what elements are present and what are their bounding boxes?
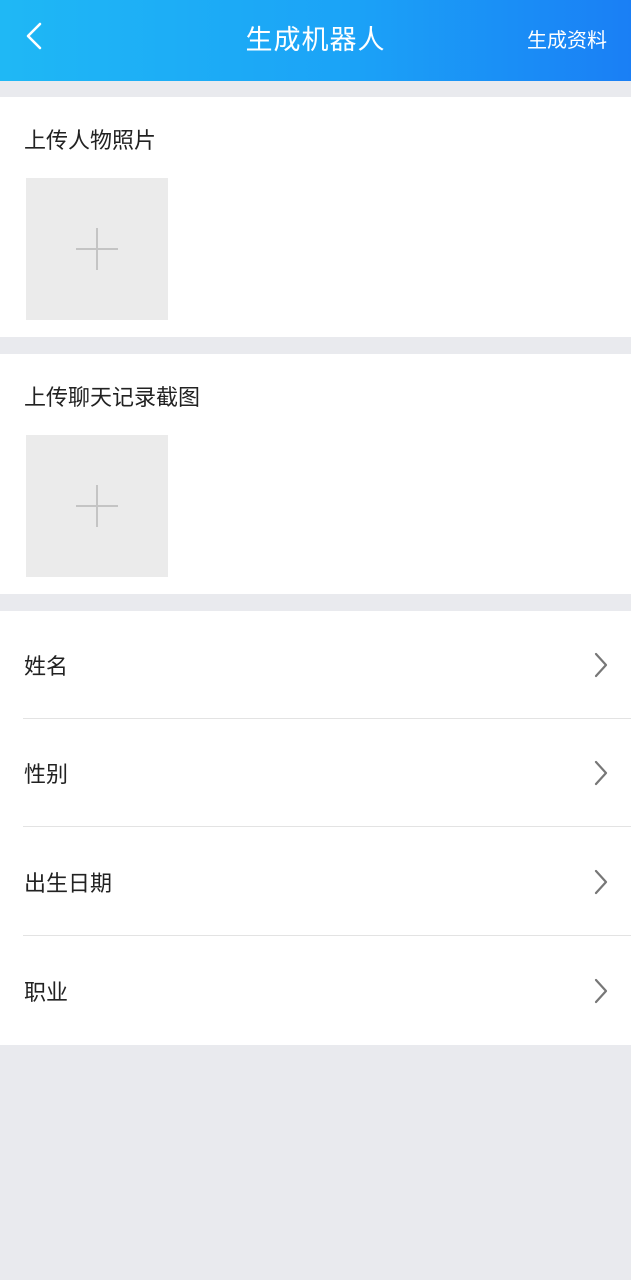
photo-upload-section: 上传人物照片 [0, 97, 631, 337]
chevron-left-icon [26, 22, 42, 50]
form-row-name[interactable]: 姓名 [0, 611, 631, 719]
plus-icon [76, 485, 118, 527]
app-header: 生成机器人 生成资料 [0, 0, 631, 81]
form-row-label: 出生日期 [24, 872, 113, 897]
generate-profile-button[interactable]: 生成资料 [527, 24, 607, 53]
chevron-right-icon [594, 978, 608, 1004]
back-button[interactable] [12, 14, 56, 58]
chevron-right-icon [594, 652, 608, 678]
chevron-right-icon [594, 869, 608, 895]
form-row-birthdate[interactable]: 出生日期 [0, 828, 631, 936]
plus-icon [76, 228, 118, 270]
photo-upload-button[interactable] [26, 178, 168, 320]
form-row-gender[interactable]: 性别 [0, 719, 631, 827]
chat-upload-section: 上传聊天记录截图 [0, 354, 631, 594]
form-row-label: 性别 [24, 763, 69, 788]
divider [23, 935, 631, 936]
form-row-occupation[interactable]: 职业 [0, 937, 631, 1045]
chevron-right-icon [594, 760, 608, 786]
chat-upload-button[interactable] [26, 435, 168, 577]
chat-upload-label: 上传聊天记录截图 [24, 386, 201, 411]
form-row-label: 姓名 [24, 655, 69, 680]
form-row-label: 职业 [24, 981, 69, 1006]
photo-upload-label: 上传人物照片 [24, 129, 157, 154]
divider [23, 826, 631, 827]
profile-form: 姓名 性别 出生日期 职业 [0, 611, 631, 1045]
